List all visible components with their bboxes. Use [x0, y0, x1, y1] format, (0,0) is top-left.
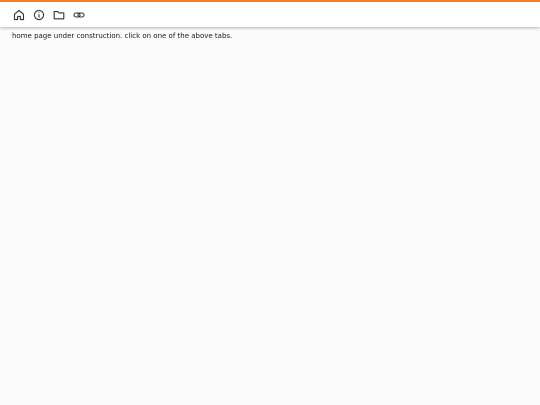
info-icon[interactable]: [32, 8, 46, 22]
link-icon[interactable]: [72, 8, 86, 22]
top-toolbar: [0, 0, 540, 27]
home-icon[interactable]: [12, 8, 26, 22]
folder-icon[interactable]: [52, 8, 66, 22]
home-message: home page under construction. click on o…: [12, 32, 233, 40]
